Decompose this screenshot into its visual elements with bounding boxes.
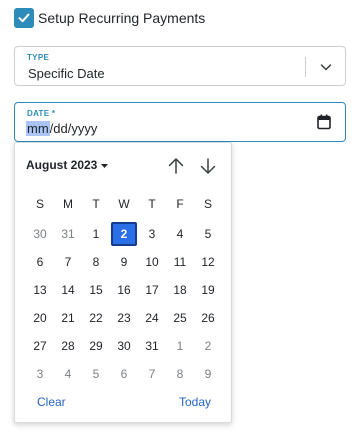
calendar-day[interactable]: 6: [26, 248, 54, 276]
month-year-selector[interactable]: August 2023: [26, 158, 109, 172]
weekday-header-row: S M T W T F S: [26, 194, 222, 220]
calendar-day[interactable]: 24: [138, 304, 166, 332]
calendar-grid: S M T W T F S 30 31 1 2 3 4 5 6 7 8 9 10 11 12 13 14 15 1…: [26, 194, 222, 388]
calendar-day[interactable]: 22: [82, 304, 110, 332]
calendar-day[interactable]: 13: [26, 276, 54, 304]
calendar-week-row: 13 14 15 16 17 18 19: [26, 276, 222, 304]
date-input[interactable]: DATE * mm/dd/yyyy: [14, 102, 346, 142]
weekday-label: W: [118, 197, 130, 211]
calendar-day[interactable]: 1: [166, 332, 194, 360]
select-divider: [305, 57, 306, 77]
calendar-day[interactable]: 30: [110, 332, 138, 360]
date-rest-segments[interactable]: /dd/yyyy: [50, 121, 98, 136]
calendar-day[interactable]: 1: [82, 220, 110, 248]
today-button[interactable]: Today: [179, 395, 211, 409]
calendar-day[interactable]: 16: [110, 276, 138, 304]
month-year-label: August 2023: [26, 158, 98, 172]
weekday-label: M: [63, 197, 73, 211]
type-select[interactable]: TYPE Specific Date: [14, 46, 346, 86]
calendar-day[interactable]: 7: [138, 360, 166, 388]
date-month-segment[interactable]: mm: [26, 121, 50, 136]
arrow-down-icon: [200, 158, 216, 174]
type-dropdown-toggle[interactable]: [313, 54, 339, 80]
check-icon: [18, 13, 30, 23]
date-picker-popup: August 2023 S M T W T F S 30 31 1 2 3 4 5 6 7 8 9 1…: [14, 142, 232, 423]
calendar-week-row: 20 21 22 23 24 25 26: [26, 304, 222, 332]
weekday-label: T: [148, 197, 156, 211]
calendar-header: August 2023: [15, 155, 231, 177]
calendar-day[interactable]: 21: [54, 304, 82, 332]
chevron-down-icon: [320, 64, 332, 71]
clear-button[interactable]: Clear: [37, 395, 66, 409]
calendar-icon: [317, 114, 331, 130]
calendar-day[interactable]: 5: [82, 360, 110, 388]
calendar-week-row: 6 7 8 9 10 11 12: [26, 248, 222, 276]
calendar-day[interactable]: 2: [194, 332, 222, 360]
calendar-day[interactable]: 23: [110, 304, 138, 332]
calendar-day[interactable]: 8: [166, 360, 194, 388]
calendar-week-row: 30 31 1 2 3 4 5: [26, 220, 222, 248]
caret-down-icon: [101, 163, 109, 168]
calendar-day[interactable]: 5: [194, 220, 222, 248]
calendar-day[interactable]: 3: [138, 220, 166, 248]
weekday-label: F: [176, 197, 184, 211]
recurring-payments-label: Setup Recurring Payments: [38, 10, 206, 26]
weekday-label: S: [203, 197, 212, 211]
open-calendar-button[interactable]: [317, 114, 331, 130]
calendar-day[interactable]: 4: [54, 360, 82, 388]
calendar-day[interactable]: 31: [138, 332, 166, 360]
calendar-day[interactable]: 7: [54, 248, 82, 276]
selected-day[interactable]: 2: [111, 222, 137, 246]
calendar-day[interactable]: 8: [82, 248, 110, 276]
calendar-day[interactable]: 9: [110, 248, 138, 276]
calendar-day[interactable]: 27: [26, 332, 54, 360]
calendar-day[interactable]: 4: [166, 220, 194, 248]
recurring-payments-option[interactable]: Setup Recurring Payments: [14, 8, 205, 28]
previous-month-button[interactable]: [165, 155, 187, 177]
calendar-day[interactable]: 11: [166, 248, 194, 276]
calendar-day[interactable]: 29: [82, 332, 110, 360]
calendar-day[interactable]: 25: [166, 304, 194, 332]
calendar-week-row: 3456789: [26, 360, 222, 388]
next-month-button[interactable]: [197, 155, 219, 177]
calendar-day[interactable]: 26: [194, 304, 222, 332]
calendar-day[interactable]: 31: [54, 220, 82, 248]
arrow-up-icon: [168, 158, 184, 174]
calendar-day[interactable]: 20: [26, 304, 54, 332]
calendar-day[interactable]: 15: [82, 276, 110, 304]
calendar-day[interactable]: 18: [166, 276, 194, 304]
calendar-day[interactable]: 14: [54, 276, 82, 304]
date-value[interactable]: mm/dd/yyyy: [26, 121, 97, 136]
date-label: DATE *: [27, 109, 56, 118]
calendar-day[interactable]: 30: [26, 220, 54, 248]
calendar-day[interactable]: 12: [194, 248, 222, 276]
calendar-weeks: 30 31 1 2 3 4 5 6 7 8 9 10 11 12 13 14 15 16 17 18 19 20 21 22 2…: [26, 220, 222, 388]
calendar-day[interactable]: 19: [194, 276, 222, 304]
calendar-day[interactable]: 10: [138, 248, 166, 276]
calendar-day[interactable]: 28: [54, 332, 82, 360]
type-label: TYPE: [27, 53, 50, 62]
recurring-payments-checkbox[interactable]: [14, 8, 34, 28]
calendar-day[interactable]: 6: [110, 360, 138, 388]
calendar-day[interactable]: 9: [194, 360, 222, 388]
calendar-day[interactable]: 17: [138, 276, 166, 304]
calendar-week-row: 27 28 29 30 31 1 2: [26, 332, 222, 360]
type-value: Specific Date: [28, 66, 105, 81]
weekday-label: T: [92, 197, 100, 211]
calendar-day[interactable]: 3: [26, 360, 54, 388]
weekday-label: S: [35, 197, 44, 211]
